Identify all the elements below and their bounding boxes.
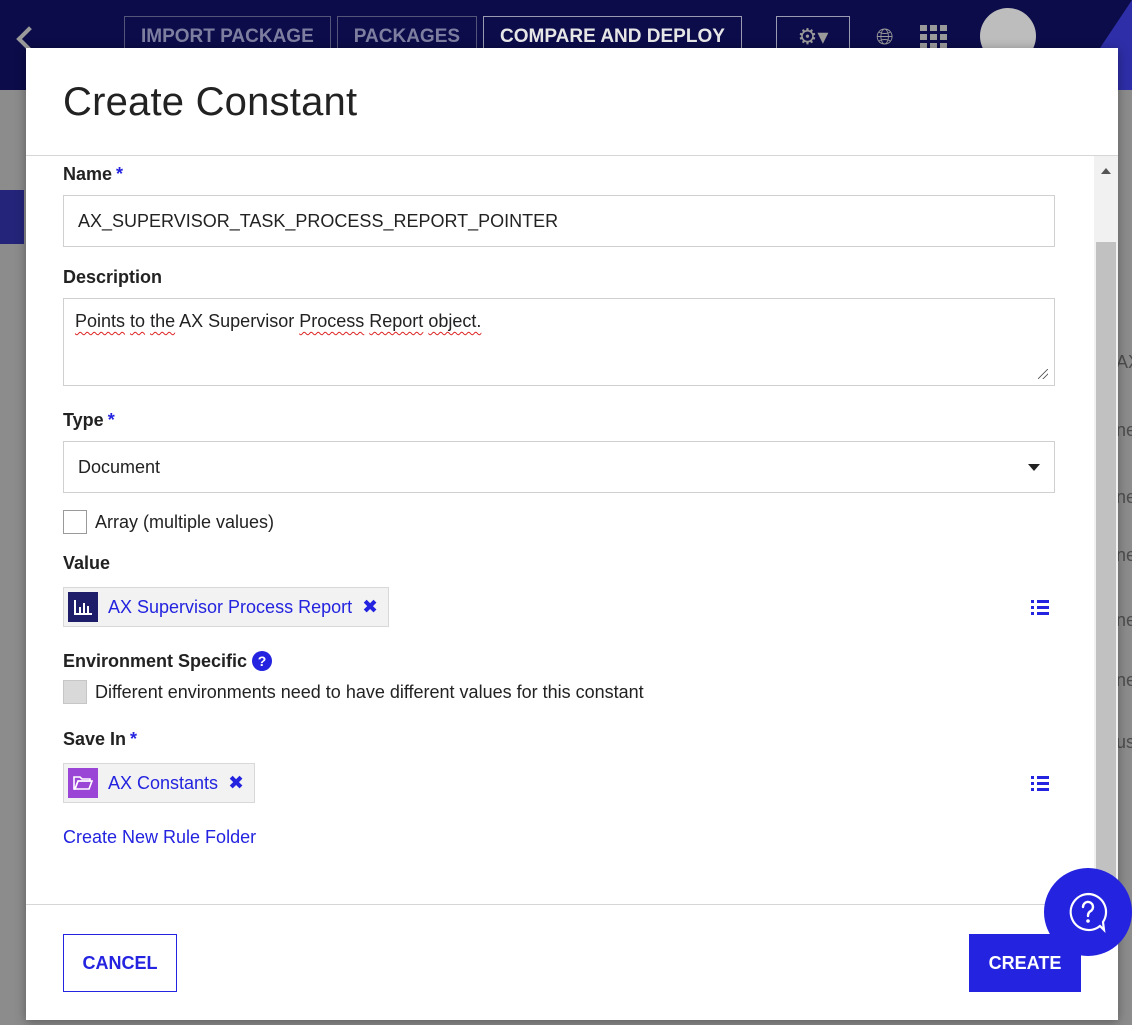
name-label: Name * xyxy=(63,162,1056,186)
globe-icon: 🌐︎ xyxy=(876,24,894,49)
environment-specific-label: Environment Specific ? xyxy=(63,649,1056,673)
remove-value-icon[interactable]: ✖ xyxy=(362,596,378,619)
folder-open-icon xyxy=(68,768,98,798)
environment-specific-checkbox[interactable] xyxy=(63,680,87,704)
description-word: the xyxy=(150,311,176,331)
constant-form: Name * AX_SUPERVISOR_TASK_PROCESS_REPORT… xyxy=(26,156,1056,848)
save-in-picker-list-icon[interactable] xyxy=(1027,772,1053,795)
gear-icon: ⚙▾ xyxy=(797,24,829,49)
type-select-value: Document xyxy=(78,456,161,477)
bg-table-cell: ne xyxy=(1116,545,1132,565)
bg-table-cell: AX xyxy=(1116,352,1132,372)
description-word: Process xyxy=(299,311,365,331)
environment-checkbox-row: Different environments need to have diff… xyxy=(63,679,1056,705)
save-in-chip-label: AX Constants xyxy=(108,772,219,793)
name-input[interactable]: AX_SUPERVISOR_TASK_PROCESS_REPORT_POINTE… xyxy=(63,195,1055,247)
save-in-label: Save In * xyxy=(63,727,1056,751)
help-chat-button[interactable] xyxy=(1044,868,1132,956)
save-in-picker: AX Constants ✖ xyxy=(63,763,1055,803)
report-icon xyxy=(68,592,98,622)
array-checkbox-row: Array (multiple values) xyxy=(63,509,1056,535)
description-textarea[interactable]: Points to the AX Supervisor Process Repo… xyxy=(63,298,1055,386)
type-label-text: Type xyxy=(63,409,104,430)
value-picker: AX Supervisor Process Report ✖ xyxy=(63,587,1055,627)
bg-table-cell: us xyxy=(1116,732,1132,752)
type-select[interactable]: Document xyxy=(63,441,1055,493)
type-label: Type * xyxy=(63,408,1056,432)
apps-grid-icon xyxy=(919,25,947,49)
value-picker-list-icon[interactable] xyxy=(1027,596,1053,619)
bg-table-cell: ne xyxy=(1116,420,1132,440)
bg-table-cell: ne xyxy=(1116,610,1132,630)
array-checkbox[interactable] xyxy=(63,510,87,534)
environment-specific-label-text: Environment Specific xyxy=(63,650,248,671)
save-in-label-text: Save In xyxy=(63,728,127,749)
value-chip[interactable]: AX Supervisor Process Report ✖ xyxy=(63,587,390,627)
dialog-title: Create Constant xyxy=(63,80,358,124)
bg-table-cell: ne xyxy=(1116,487,1132,507)
name-input-value: AX_SUPERVISOR_TASK_PROCESS_REPORT_POINTE… xyxy=(78,210,559,231)
description-word: Points xyxy=(75,311,126,331)
save-in-chip[interactable]: AX Constants ✖ xyxy=(63,763,255,803)
dialog-header: Create Constant xyxy=(26,48,1118,156)
value-chip-label: AX Supervisor Process Report xyxy=(108,596,353,617)
dialog-scrollbar[interactable] xyxy=(1094,156,1118,904)
dialog-footer: CANCEL CREATE xyxy=(26,904,1118,1020)
sidebar-active-tab xyxy=(0,190,24,244)
cancel-button[interactable]: CANCEL xyxy=(63,934,177,992)
caret-down-icon xyxy=(1028,463,1040,471)
description-word: Supervisor xyxy=(208,311,295,331)
description-word: AX xyxy=(179,311,204,331)
scrollbar-thumb[interactable] xyxy=(1096,242,1116,902)
help-chat-icon xyxy=(1069,892,1108,934)
description-word: Report xyxy=(369,311,424,331)
dialog-body: Name * AX_SUPERVISOR_TASK_PROCESS_REPORT… xyxy=(26,156,1118,904)
description-word: to xyxy=(130,311,146,331)
name-label-text: Name xyxy=(63,163,113,184)
description-label: Description xyxy=(63,266,163,287)
remove-folder-icon[interactable]: ✖ xyxy=(228,772,244,795)
required-mark: * xyxy=(116,163,124,184)
description-word: object. xyxy=(428,311,482,331)
help-icon[interactable]: ? xyxy=(252,651,273,671)
bg-table-cell: ne xyxy=(1116,670,1132,690)
scroll-up-arrow-icon[interactable] xyxy=(1101,168,1111,174)
create-constant-dialog: Create Constant Name * AX_SUPERVISOR_TAS… xyxy=(26,48,1118,1020)
environment-checkbox-label: Different environments need to have diff… xyxy=(95,681,644,702)
array-checkbox-label: Array (multiple values) xyxy=(95,511,275,532)
required-mark: * xyxy=(130,728,138,749)
resize-grip-icon[interactable] xyxy=(1038,369,1048,379)
required-mark: * xyxy=(107,409,115,430)
value-label: Value xyxy=(63,552,111,573)
create-new-rule-folder-link[interactable]: Create New Rule Folder xyxy=(63,827,256,848)
